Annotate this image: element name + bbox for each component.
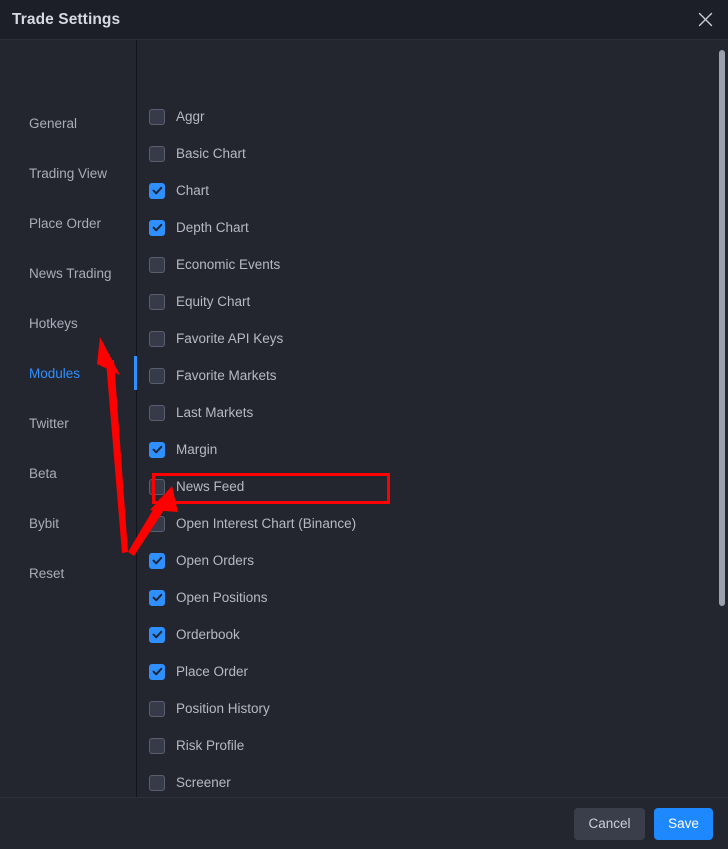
checkbox-open-interest-chart-binance[interactable] xyxy=(149,515,165,532)
sidebar-item-label: Trading View xyxy=(29,165,108,181)
dialog-title: Trade Settings xyxy=(12,10,121,28)
option-row-open-positions[interactable]: Open Positions xyxy=(149,579,728,616)
checkbox-favorite-api-keys[interactable] xyxy=(149,330,165,347)
checkbox-basic-chart[interactable] xyxy=(149,145,165,162)
checkbox-aggr[interactable] xyxy=(149,108,165,125)
checkbox-chart[interactable] xyxy=(149,182,165,199)
checkbox-place-order[interactable] xyxy=(149,663,165,680)
option-row-aggr[interactable]: Aggr xyxy=(149,98,728,135)
option-label: Basic Chart xyxy=(176,146,246,161)
sidebar-item-general[interactable]: General xyxy=(0,98,136,148)
sidebar-item-label: Reset xyxy=(29,565,65,581)
close-icon xyxy=(697,11,714,28)
sidebar-item-news-trading[interactable]: News Trading xyxy=(0,248,136,298)
scrollbar-thumb[interactable] xyxy=(719,50,725,606)
option-row-economic-events[interactable]: Economic Events xyxy=(149,246,728,283)
option-row-place-order[interactable]: Place Order xyxy=(149,653,728,690)
modules-panel: Aggr Basic Chart Chart Depth Chart Econo… xyxy=(137,40,728,797)
cancel-button[interactable]: Cancel xyxy=(574,807,645,840)
option-row-depth-chart[interactable]: Depth Chart xyxy=(149,209,728,246)
checkbox-news-feed[interactable] xyxy=(149,478,165,495)
option-label: Screener xyxy=(176,775,231,790)
sidebar-item-twitter[interactable]: Twitter xyxy=(0,398,136,448)
option-row-orderbook[interactable]: Orderbook xyxy=(149,616,728,653)
option-label: Margin xyxy=(176,442,218,457)
option-label: Economic Events xyxy=(176,257,281,272)
sidebar-item-trading-view[interactable]: Trading View xyxy=(0,148,136,198)
sidebar-item-label: Beta xyxy=(29,465,57,481)
checkbox-position-history[interactable] xyxy=(149,700,165,717)
option-row-position-history[interactable]: Position History xyxy=(149,690,728,727)
sidebar-item-label: Modules xyxy=(29,365,81,381)
option-label: Last Markets xyxy=(176,405,254,420)
option-row-equity-chart[interactable]: Equity Chart xyxy=(149,283,728,320)
option-label: Aggr xyxy=(176,109,205,124)
option-row-favorite-api-keys[interactable]: Favorite API Keys xyxy=(149,320,728,357)
option-row-basic-chart[interactable]: Basic Chart xyxy=(149,135,728,172)
option-row-favorite-markets[interactable]: Favorite Markets xyxy=(149,357,728,394)
close-button[interactable] xyxy=(682,0,728,40)
sidebar-item-beta[interactable]: Beta xyxy=(0,448,136,498)
option-label: Position History xyxy=(176,701,270,716)
checkbox-screener[interactable] xyxy=(149,774,165,791)
option-label: Risk Profile xyxy=(176,738,245,753)
option-label: News Feed xyxy=(176,479,245,494)
sidebar-item-label: Bybit xyxy=(29,515,60,531)
checkbox-equity-chart[interactable] xyxy=(149,293,165,310)
sidebar-item-modules[interactable]: Modules xyxy=(0,348,137,398)
option-row-chart[interactable]: Chart xyxy=(149,172,728,209)
option-label: Open Positions xyxy=(176,590,268,605)
dialog-header: Trade Settings xyxy=(0,0,728,40)
sidebar-item-bybit[interactable]: Bybit xyxy=(0,498,136,548)
save-button[interactable]: Save xyxy=(654,807,713,840)
option-label: Favorite API Keys xyxy=(176,331,284,346)
checkbox-orderbook[interactable] xyxy=(149,626,165,643)
checkbox-open-orders[interactable] xyxy=(149,552,165,569)
option-label: Equity Chart xyxy=(176,294,251,309)
option-row-screener[interactable]: Screener xyxy=(149,764,728,797)
checkbox-economic-events[interactable] xyxy=(149,256,165,273)
modules-option-list: Aggr Basic Chart Chart Depth Chart Econo… xyxy=(137,40,728,797)
option-row-last-markets[interactable]: Last Markets xyxy=(149,394,728,431)
sidebar-item-label: General xyxy=(29,115,78,131)
checkbox-last-markets[interactable] xyxy=(149,404,165,421)
option-row-open-orders[interactable]: Open Orders xyxy=(149,542,728,579)
checkbox-favorite-markets[interactable] xyxy=(149,367,165,384)
sidebar-item-hotkeys[interactable]: Hotkeys xyxy=(0,298,136,348)
sidebar-item-label: News Trading xyxy=(29,265,112,281)
checkbox-open-positions[interactable] xyxy=(149,589,165,606)
trade-settings-dialog: Trade Settings General Trading View Plac… xyxy=(0,0,728,849)
sidebar-item-label: Place Order xyxy=(29,215,102,231)
option-label: Place Order xyxy=(176,664,249,679)
option-label: Orderbook xyxy=(176,627,240,642)
option-label: Chart xyxy=(176,183,210,198)
option-label: Favorite Markets xyxy=(176,368,277,383)
modules-scrollbar[interactable] xyxy=(716,40,728,797)
option-row-risk-profile[interactable]: Risk Profile xyxy=(149,727,728,764)
option-row-news-feed[interactable]: News Feed xyxy=(149,468,728,505)
option-label: Open Orders xyxy=(176,553,255,568)
settings-sidebar: General Trading View Place Order News Tr… xyxy=(0,40,137,797)
sidebar-item-label: Hotkeys xyxy=(29,315,78,331)
checkbox-depth-chart[interactable] xyxy=(149,219,165,236)
option-row-open-interest-chart-binance[interactable]: Open Interest Chart (Binance) xyxy=(149,505,728,542)
checkbox-risk-profile[interactable] xyxy=(149,737,165,754)
sidebar-item-reset[interactable]: Reset xyxy=(0,548,136,598)
dialog-footer: Cancel Save xyxy=(0,797,728,849)
option-label: Depth Chart xyxy=(176,220,249,235)
dialog-body: General Trading View Place Order News Tr… xyxy=(0,40,728,797)
option-label: Open Interest Chart (Binance) xyxy=(176,516,357,531)
checkbox-margin[interactable] xyxy=(149,441,165,458)
sidebar-item-place-order[interactable]: Place Order xyxy=(0,198,136,248)
option-row-margin[interactable]: Margin xyxy=(149,431,728,468)
sidebar-item-label: Twitter xyxy=(29,415,69,431)
